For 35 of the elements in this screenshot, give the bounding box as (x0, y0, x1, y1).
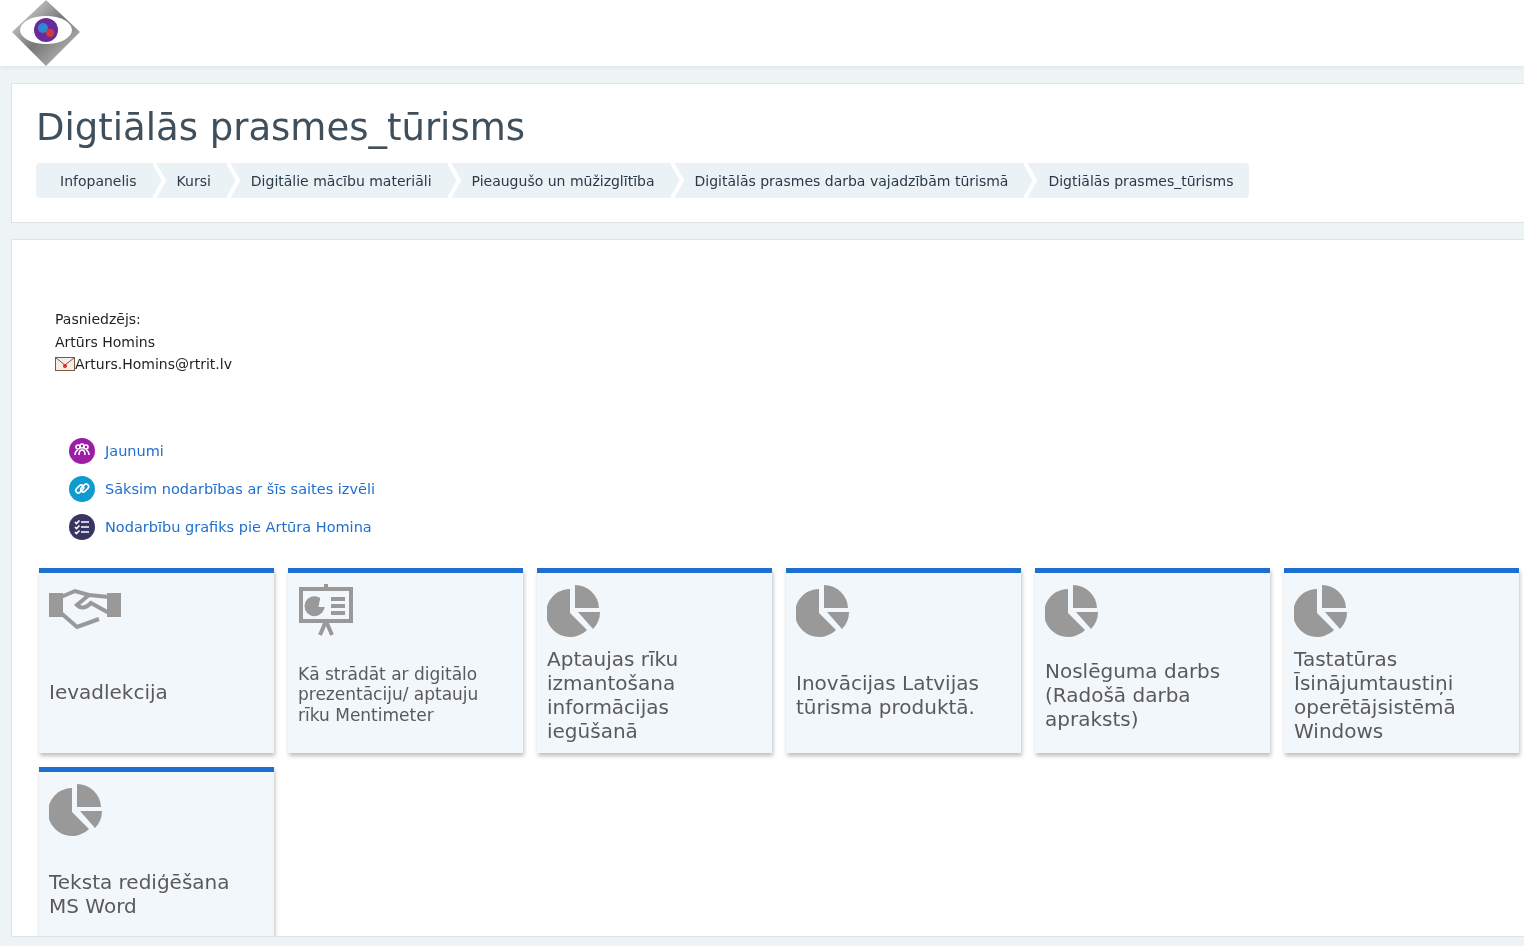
tile-title: Ievadlekcija (49, 678, 169, 706)
breadcrumb-link[interactable]: Digtiālās prasmes_tūrisms (1038, 163, 1250, 198)
activity-link[interactable]: Sāksim nodarbības ar šīs saites izvēli (105, 480, 376, 497)
pie-chart-icon (1045, 582, 1099, 637)
pie-chart-icon (49, 781, 103, 836)
pie-chart-icon (796, 582, 850, 637)
tile-title: Aptaujas rīku izmantošana informācijas iegūšanā (547, 645, 680, 745)
pie-chart-icon (547, 582, 601, 637)
site-logo[interactable] (10, 0, 82, 66)
tile-title: Teksta rediģēšana MS Word (49, 868, 231, 920)
section-tile[interactable]: Aptaujas rīku izmantošana informācijas iegūšanā (537, 567, 772, 753)
teacher-email: Arturs.Homins@rtrit.lv (75, 355, 232, 374)
tile-title: Inovācijas Latvijas tūrisma produktā. (796, 669, 980, 721)
teacher-label: Pasniedzējs: (55, 310, 142, 329)
tile-title: Noslēguma darbs (Radošā darba apraksts) (1045, 657, 1222, 733)
presentation-board-icon (298, 582, 354, 637)
pie-chart-icon (1294, 582, 1348, 637)
envelope-icon (55, 357, 75, 372)
course-title: Digtiālās prasmes_tūrisms (36, 106, 526, 149)
section-tile[interactable]: Tastatūras Īsinājumtaustiņi operētājsistēmā Windows (1284, 567, 1519, 753)
section-tile[interactable]: Ievadlekcija (39, 567, 274, 753)
teacher-name: Artūrs Homins (55, 332, 156, 352)
section-tile[interactable]: Inovācijas Latvijas tūrisma produktā. (786, 567, 1021, 753)
activity-link[interactable]: Nodarbību grafiks pie Artūra Homina (105, 518, 372, 535)
breadcrumb-link[interactable]: Kursi (166, 163, 227, 198)
tile-title: Tastatūras Īsinājumtaustiņi operētājsistēmā Windows (1294, 645, 1457, 745)
section-tile[interactable]: Teksta rediģēšana MS Word (39, 766, 274, 936)
breadcrumb-link[interactable]: Pieaugušo un mūžizglītība (461, 163, 671, 198)
section-tile[interactable]: Kā strādāt ar digitālo prezentāciju/ aptauju rīku Mentimeter (288, 567, 523, 753)
activity-link[interactable]: Jaunumi (105, 442, 164, 459)
breadcrumb-link[interactable]: Digitālās prasmes darba vajadzībām tūrismā (684, 163, 1025, 198)
tile-title: Kā strādāt ar digitālo prezentāciju/ aptauju rīku Mentimeter (298, 662, 480, 727)
breadcrumb-link[interactable]: Digitālie mācību materiāli (240, 163, 448, 198)
breadcrumb-link[interactable]: Infopanelis (36, 163, 153, 198)
section-tile[interactable]: Noslēguma darbs (Radošā darba apraksts) (1035, 567, 1270, 753)
